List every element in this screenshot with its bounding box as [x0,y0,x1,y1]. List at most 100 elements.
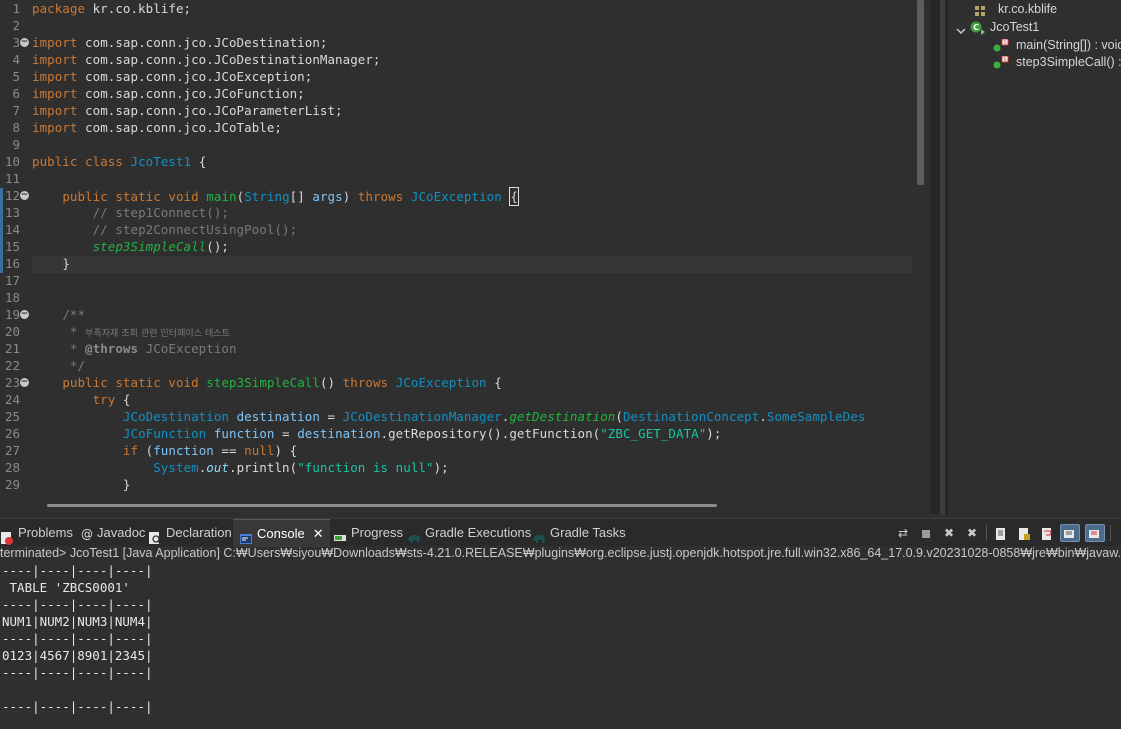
matching-brace: { [509,187,519,206]
code-line: } [32,476,131,493]
keyword: static [115,189,161,204]
tab-label: Gradle Tasks [550,525,626,540]
import-path: com.sap.conn.jco.JCoException; [77,69,313,84]
tab-gradle-tasks[interactable]: Gradle Tasks [528,519,630,547]
show-on-stderr-icon[interactable] [1085,524,1105,542]
call-suffix: (); [206,239,229,254]
javadoc: * [62,324,86,339]
console-output[interactable]: ----|----|----|----| TABLE 'ZBCS0001' --… [0,562,1121,729]
code-line: // step2ConnectUsingPool(); [32,221,297,238]
line-number: 5 [12,69,20,84]
code-line: public static void step3SimpleCall() thr… [32,374,502,391]
statement-end: ); [433,460,449,475]
code-line: public class JcoTest1 { [32,153,206,170]
outline-package-label: kr.co.kblife [998,2,1058,16]
at-sign-icon: @ [81,526,93,541]
line-number: 12 [4,188,20,203]
brace: { [115,392,131,407]
tab-label: Console [257,526,305,541]
scroll-lock-icon[interactable] [1014,524,1034,542]
console-icon [239,528,253,544]
keyword: void [168,375,199,390]
javadoc: JCoException [138,341,237,356]
keyword: import [32,52,78,67]
code-editor[interactable]: 1 2 3 4 5 6 7 8 9 10 11 12 13 14 15 16 1… [0,0,930,514]
paren: ) { [274,443,298,458]
code-line: try { [32,391,131,408]
keyword: import [32,103,78,118]
sash-divider[interactable] [930,0,948,514]
line-number: 2 [12,18,20,33]
brace: } [122,477,131,492]
outline-method-item[interactable]: S main(String[]) : void [992,36,1121,54]
variable: function [213,426,275,441]
keyword: if [122,443,139,458]
type-name: JCoDestination [122,409,229,424]
code-line: step3SimpleCall(); [32,238,229,255]
tab-label: Progress [351,525,404,540]
tab-declaration[interactable]: Declaration [144,519,236,547]
fold-collapse-icon[interactable]: − [20,191,29,200]
line-number: 3 [12,35,20,50]
line-number: 8 [12,120,20,135]
show-on-stdout-icon[interactable] [1060,524,1080,542]
horizontal-scroll-thumb[interactable] [47,504,717,507]
line-number: 14 [4,222,20,237]
keyword: import [32,35,78,50]
line-number: 7 [12,103,20,118]
line-number: 4 [12,52,20,67]
line-number: 29 [4,477,20,492]
code-line: System.out.println("function is null"); [153,460,449,475]
package-icon [974,4,986,16]
code-line: package kr.co.kblife; [32,0,191,17]
code-line: } [32,255,70,272]
console-line: ----|----|----|----| [2,699,153,714]
method-call: step3SimpleCall [92,239,207,254]
package-name: kr.co.kblife; [85,1,192,16]
problems-icon [0,527,14,545]
outline-view[interactable]: kr.co.kblife C JcoTest1 S main(String[])… [948,0,1121,514]
fold-collapse-icon[interactable]: − [20,378,29,387]
toolbar-separator [986,525,987,541]
terminate-icon[interactable] [916,524,936,542]
tab-javadoc[interactable]: @ Javadoc [77,519,149,547]
word-wrap-icon[interactable] [1037,524,1057,542]
tab-gradle-executions[interactable]: Gradle Executions [403,519,535,547]
line-number: 19 [4,307,20,322]
code-line: JCoDestination destination = JCoDestinat… [122,409,866,424]
variable: destination [297,426,381,441]
fold-collapse-icon[interactable]: − [20,38,29,47]
fold-collapse-icon[interactable]: − [20,310,29,319]
chevron-down-icon[interactable] [956,23,966,34]
keyword: class [85,154,123,169]
toolbar-separator [1110,525,1111,541]
line-number: 22 [4,358,20,373]
outline-class-item[interactable]: C JcoTest1 [956,18,1039,36]
close-icon[interactable]: ✕ [313,527,324,542]
outline-method-item[interactable]: S step3SimpleCall() : void [992,53,1121,71]
public-static-method-icon: S [992,55,1010,70]
code-line: JCoFunction function = destination.getRe… [32,425,721,442]
operator: == [213,443,245,458]
tab-console[interactable]: Console ✕ [233,519,330,547]
outline-package-item[interactable]: kr.co.kblife [974,0,1057,18]
declaration-icon [148,527,162,545]
code-line: if (function == null) { [32,442,297,459]
method-call: getDestination [509,409,616,424]
code-line: public static void main(String[] args) t… [62,187,519,206]
code-area[interactable]: package kr.co.kblife; import com.sap.con… [32,0,912,494]
sync-icon[interactable]: ⇄ [893,524,913,542]
outline-method-label: main(String[]) : void [1016,38,1121,52]
line-number: 28 [4,460,20,475]
clear-console-icon[interactable] [991,524,1011,542]
tab-problems[interactable]: Problems [0,519,77,547]
vertical-scroll-thumb[interactable] [917,0,924,185]
remove-all-terminated-icon[interactable]: ✖ [962,524,982,542]
remove-launch-icon[interactable]: ✖ [939,524,959,542]
parens: () [319,375,343,390]
tab-progress[interactable]: Progress [329,519,407,547]
line-number: 6 [12,86,20,101]
console-process-label: terminated> JcoTest1 [Java Application] … [0,546,1121,560]
comment: // step1Connect(); [92,205,229,220]
tab-label: Javadoc [97,525,146,540]
